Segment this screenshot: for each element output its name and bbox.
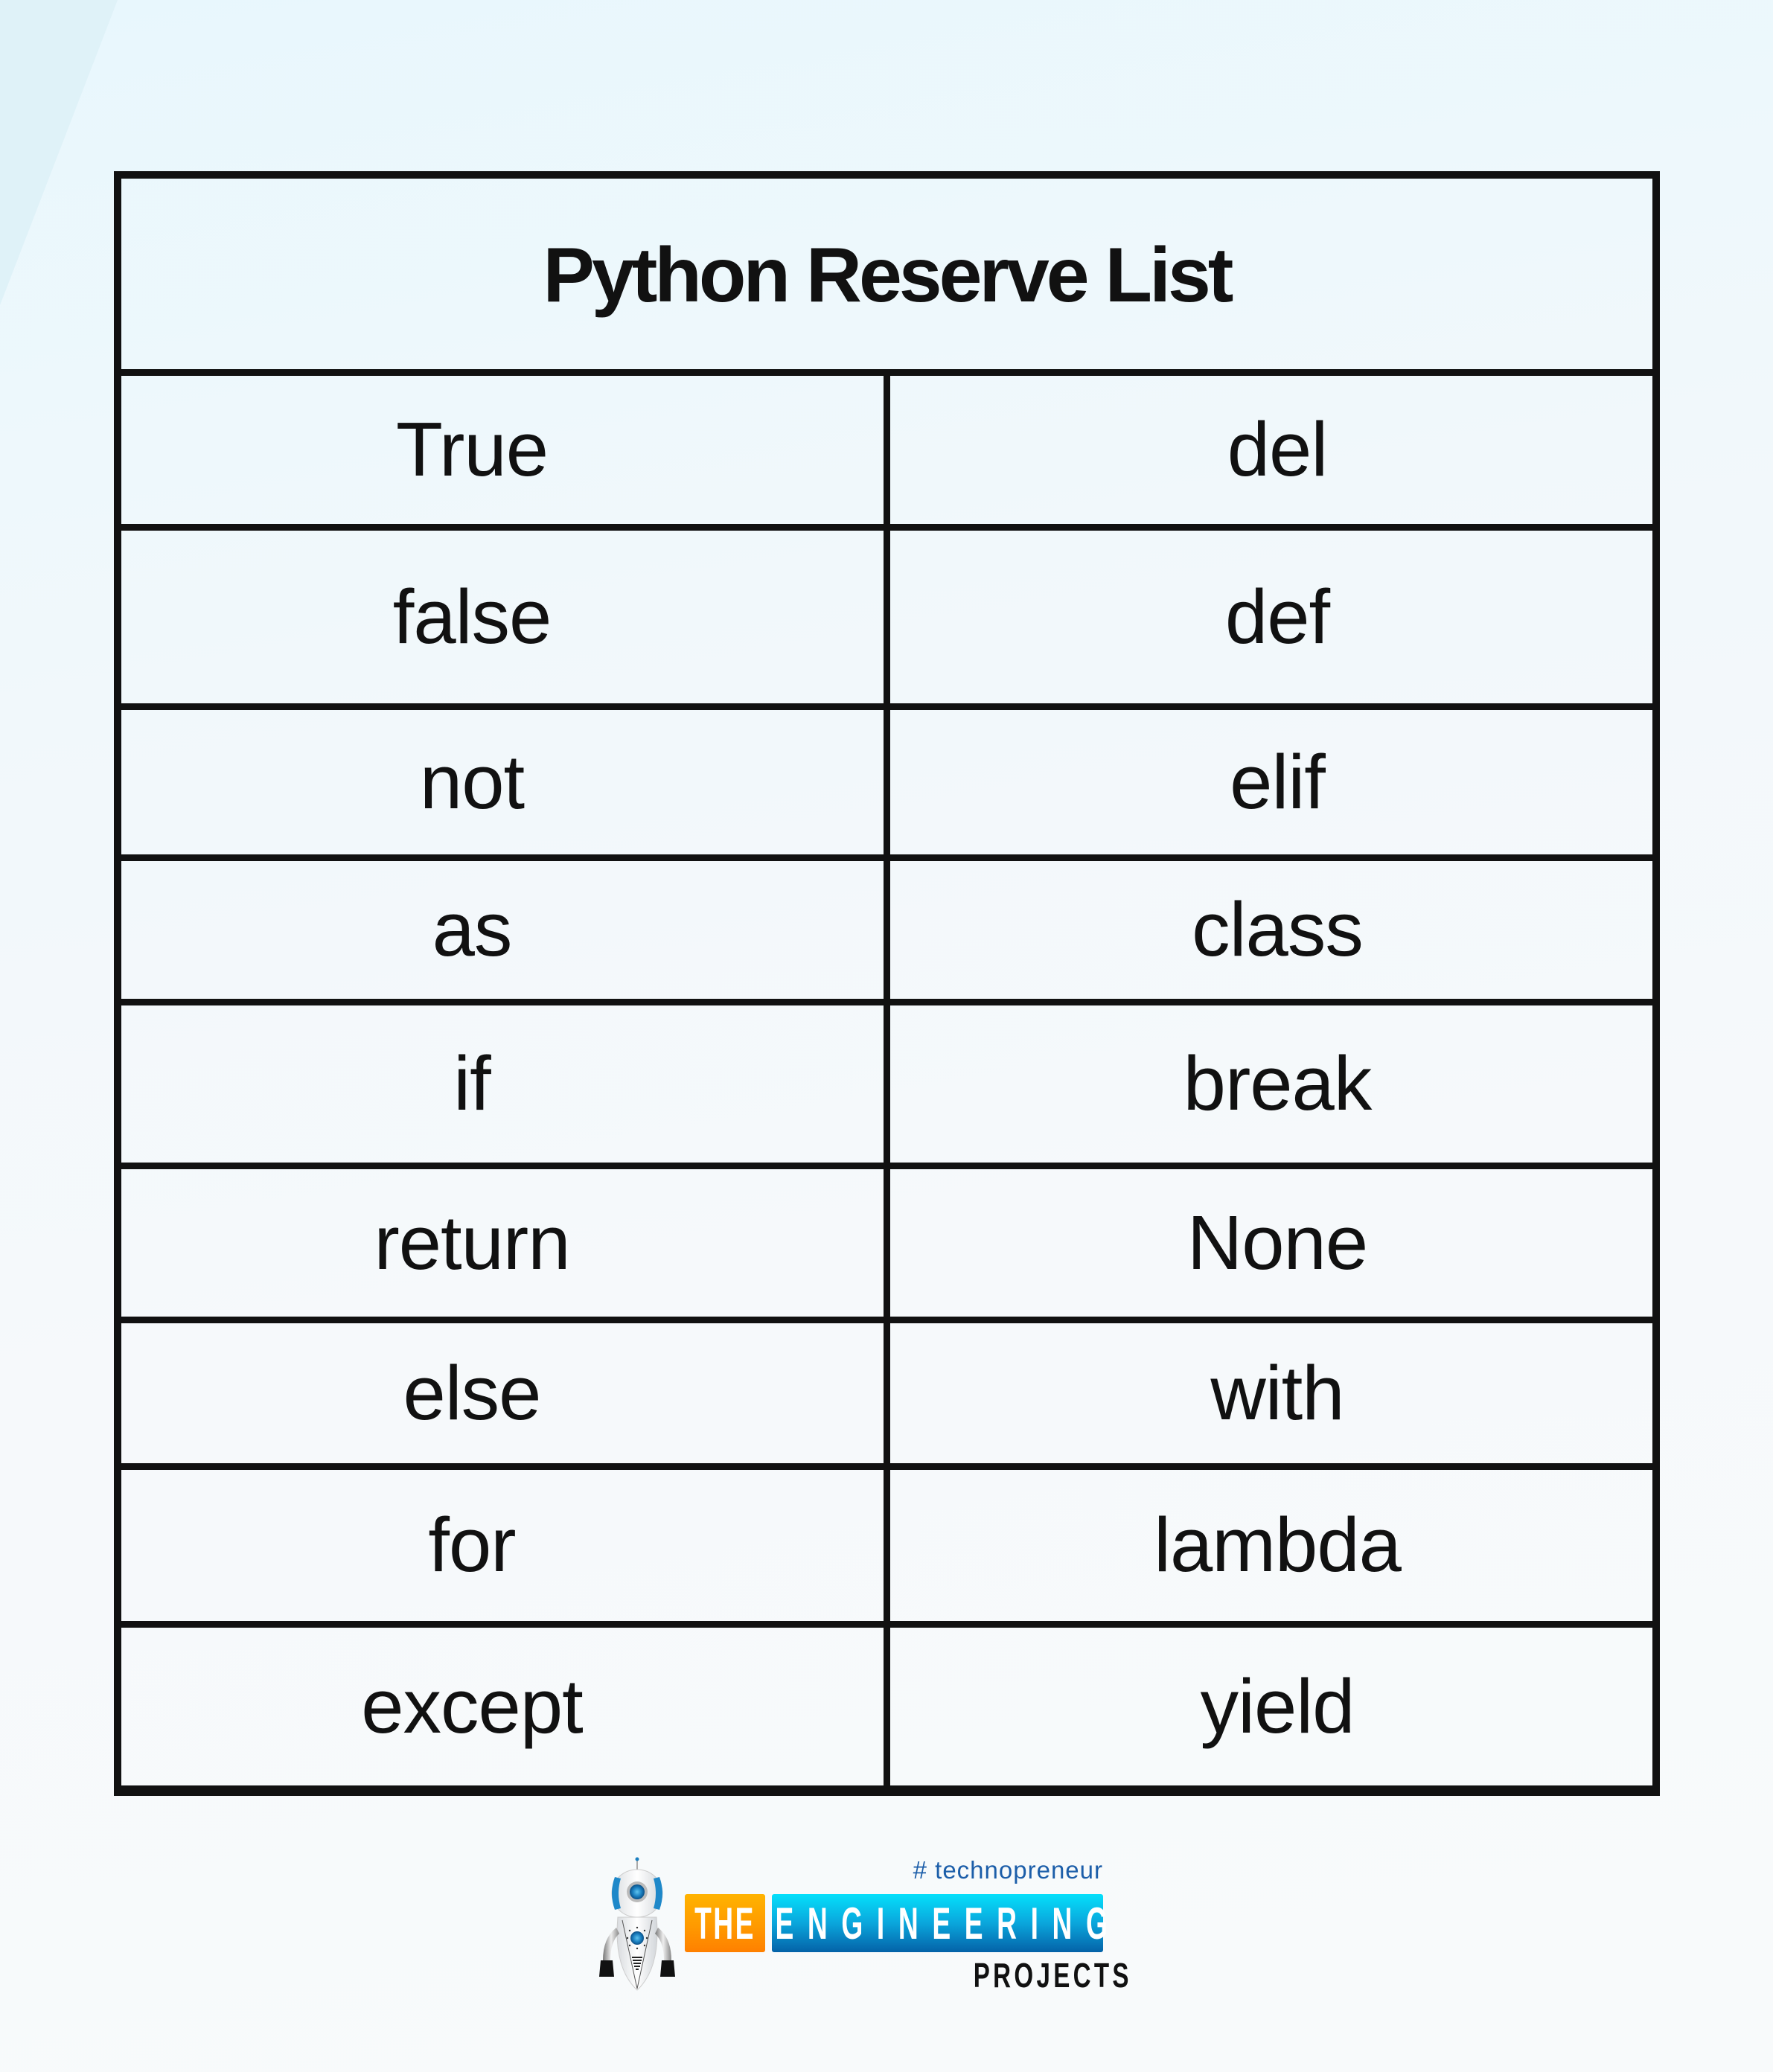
keyword-cell-right: yield xyxy=(1200,1663,1355,1749)
technopreneur-tagline: # technopreneur xyxy=(913,1856,1103,1884)
keyword-cell-right: class xyxy=(1192,886,1364,972)
table-border-top xyxy=(114,171,1660,179)
logo-the-badge: THE xyxy=(685,1894,765,1952)
keyword-cell-right: break xyxy=(1183,1040,1373,1126)
logo-engineering-badge: ENGINEERING xyxy=(772,1894,1108,1952)
keyword-cell-left: except xyxy=(361,1663,583,1749)
logo-projects-text: PROJECTS xyxy=(973,1956,1132,1995)
keyword-cell-right: lambda xyxy=(1154,1502,1402,1587)
keyword-cell-right: with xyxy=(1210,1349,1344,1436)
table-title: Python Reserve List xyxy=(543,231,1234,319)
keyword-cell-left: false xyxy=(392,573,552,659)
keyword-cell-right: def xyxy=(1224,573,1330,659)
keyword-cell-left: else xyxy=(403,1349,542,1436)
keyword-cell-left: return xyxy=(374,1199,570,1285)
keyword-cell-left: for xyxy=(428,1502,516,1587)
keyword-cell-left: as xyxy=(432,886,513,972)
keyword-cell-right: elif xyxy=(1230,738,1326,825)
keyword-cell-right: None xyxy=(1186,1199,1368,1285)
logo-the-text: THE xyxy=(694,1898,755,1948)
keyword-cell-left: if xyxy=(453,1040,491,1126)
column-divider xyxy=(884,372,890,1796)
keyword-cell-right: del xyxy=(1227,406,1328,492)
logo-engineering-text: ENGINEERING xyxy=(775,1898,1122,1948)
table-border-right xyxy=(1652,171,1660,1796)
keyword-cell-left: True xyxy=(396,406,549,492)
keyword-cell-left: not xyxy=(419,738,525,825)
reserve-list-table: Python Reserve List True del false def not el… xyxy=(114,171,1660,1796)
table-border-left xyxy=(114,171,121,1796)
robot-mascot-icon xyxy=(599,1857,675,1991)
